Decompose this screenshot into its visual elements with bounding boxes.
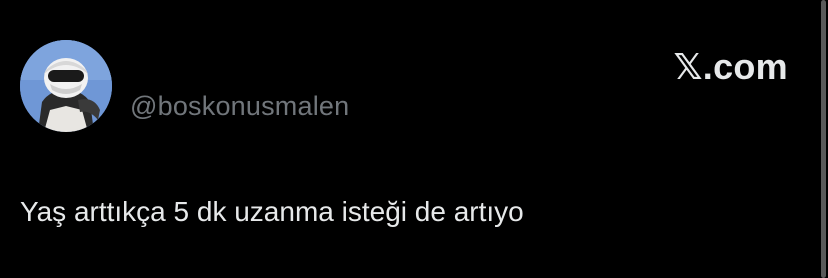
x-logo-brand[interactable]: 𝕏.com [673, 47, 788, 87]
avatar-image [20, 40, 112, 132]
user-handle[interactable]: @boskonusmalen [130, 89, 349, 123]
tweet-card: @boskonusmalen 𝕏.com Yaş arttıkça 5 dk u… [0, 0, 828, 278]
scrollbar[interactable] [821, 0, 826, 278]
avatar[interactable] [20, 40, 112, 132]
tweet-text: Yaş arttıkça 5 dk uzanma isteği de artıy… [20, 196, 524, 227]
